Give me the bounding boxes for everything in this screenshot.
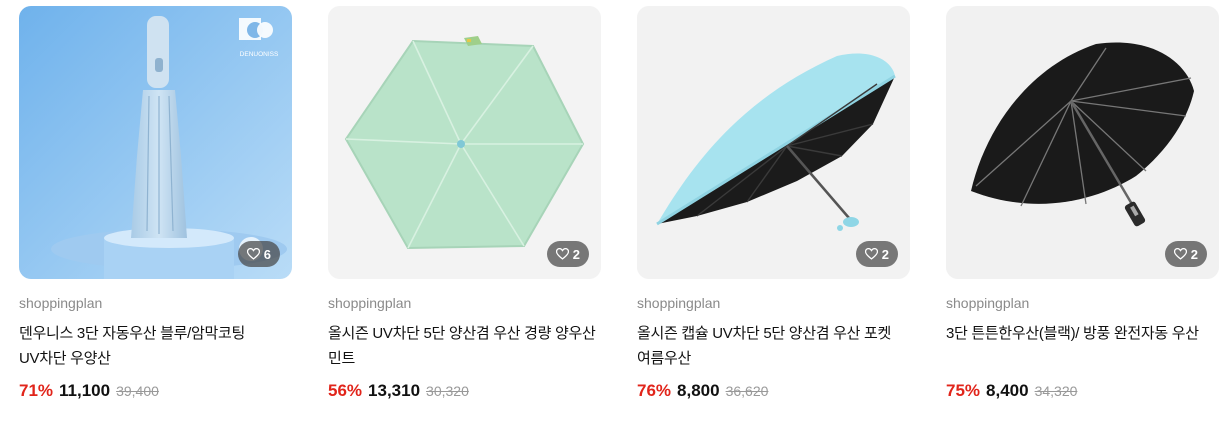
original-price: 34,320	[1034, 383, 1078, 399]
product-card[interactable]: 2 shoppingplan 올시즌 UV차단 5단 양산겸 우산 경량 양우산…	[328, 6, 601, 402]
price-row: 71% 11,100 39,400	[19, 380, 292, 402]
product-title[interactable]: 올시즌 캡슐 UV차단 5단 양산겸 우산 포켓 여름우산	[637, 321, 910, 371]
seller-name[interactable]: shoppingplan	[637, 294, 910, 312]
product-card[interactable]: 2 shoppingplan 3단 튼튼한우산(블랙)/ 방풍 완전자동 우산 …	[946, 6, 1219, 402]
price-row: 76% 8,800 36,620	[637, 380, 910, 402]
seller-name[interactable]: shoppingplan	[19, 294, 292, 312]
product-image[interactable]: 2	[637, 6, 910, 279]
product-image[interactable]: 2	[328, 6, 601, 279]
product-title[interactable]: 덴우니스 3단 자동우산 블루/암막코팅 UV차단 우양산	[19, 321, 292, 371]
product-title[interactable]: 올시즌 UV차단 5단 양산겸 우산 경량 양우산 민트	[328, 321, 601, 371]
seller-name[interactable]: shoppingplan	[946, 294, 1219, 312]
discount-rate: 75%	[946, 381, 981, 400]
discount-rate: 71%	[19, 381, 54, 400]
product-grid: DENUONISS 6 shoppingplan 덴우니스 3단 자동우산 블루…	[19, 6, 1219, 402]
seller-name[interactable]: shoppingplan	[328, 294, 601, 312]
product-card[interactable]: DENUONISS 6 shoppingplan 덴우니스 3단 자동우산 블루…	[19, 6, 292, 402]
discount-rate: 76%	[637, 381, 672, 400]
price-row: 75% 8,400 34,320	[946, 380, 1219, 402]
sale-price: 11,100	[59, 381, 111, 400]
like-count: 2	[1190, 246, 1198, 262]
mint-open-umbrella-image	[328, 6, 601, 279]
like-button[interactable]: 2	[1164, 241, 1207, 267]
discount-rate: 56%	[328, 381, 363, 400]
product-image[interactable]: 2	[946, 6, 1219, 279]
original-price: 36,620	[725, 383, 769, 399]
price-row: 56% 13,310 30,320	[328, 380, 601, 402]
heart-icon	[246, 248, 260, 260]
like-count: 2	[572, 246, 580, 262]
brand-logo-text: DENUONISS	[240, 51, 279, 58]
sale-price: 8,400	[986, 381, 1029, 400]
product-card[interactable]: 2 shoppingplan 올시즌 캡슐 UV차단 5단 양산겸 우산 포켓 …	[637, 6, 910, 402]
like-button[interactable]: 6	[237, 241, 280, 267]
like-button[interactable]: 2	[855, 241, 898, 267]
light-blue-folded-umbrella-image: DENUONISS	[19, 6, 292, 279]
product-title[interactable]: 3단 튼튼한우산(블랙)/ 방풍 완전자동 우산	[946, 321, 1219, 371]
like-count: 6	[263, 246, 271, 262]
heart-icon	[864, 248, 878, 260]
like-count: 2	[881, 246, 889, 262]
like-button[interactable]: 2	[546, 241, 589, 267]
sky-blue-umbrella-image	[637, 6, 910, 279]
original-price: 39,400	[116, 383, 159, 399]
sale-price: 13,310	[368, 381, 421, 400]
heart-icon	[555, 248, 569, 260]
black-umbrella-image	[946, 6, 1219, 279]
original-price: 30,320	[426, 383, 469, 399]
sale-price: 8,800	[677, 381, 720, 400]
product-image[interactable]: DENUONISS 6	[19, 6, 292, 279]
heart-icon	[1173, 248, 1187, 260]
